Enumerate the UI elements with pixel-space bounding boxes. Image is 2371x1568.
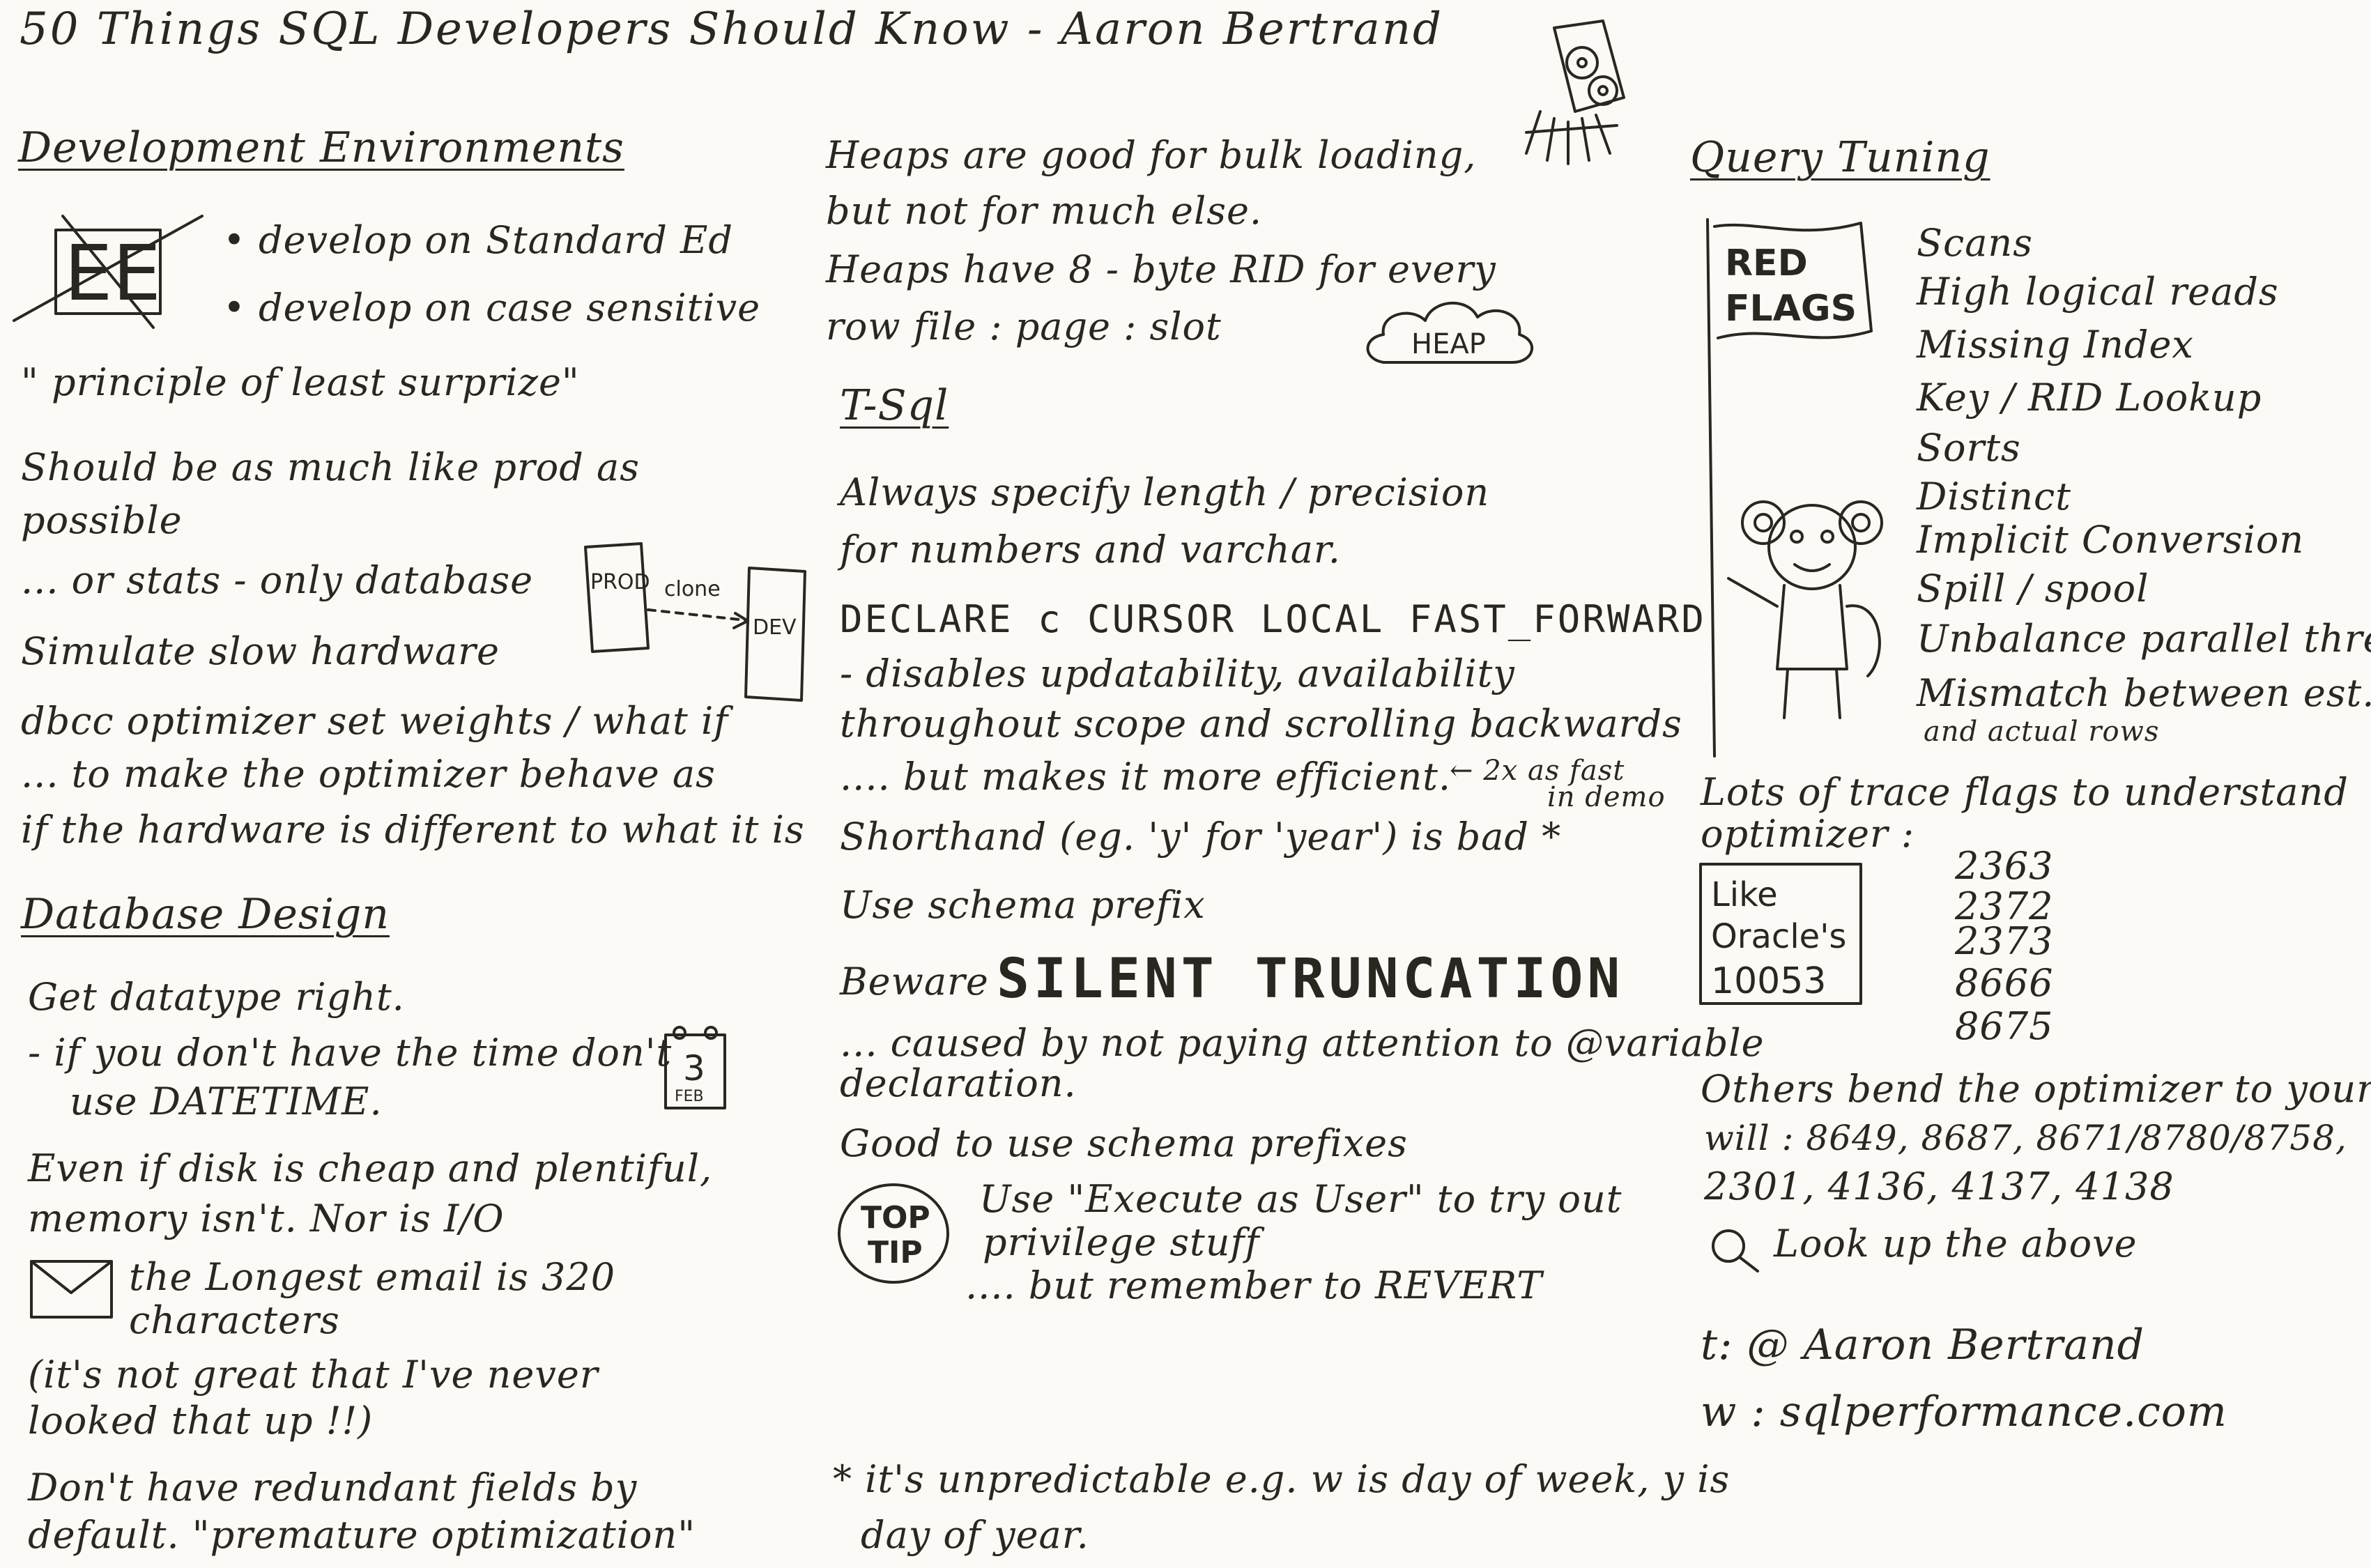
tsql-line: - disables updatability, availability <box>840 652 1515 695</box>
red-flag-item: Unbalance parallel thread <box>1917 617 2371 661</box>
svg-text:PROD: PROD <box>590 570 650 594</box>
dev-env-line: ... or stats - only database <box>21 558 534 602</box>
dev-env-line: Should be as much like prod as <box>21 445 640 489</box>
svg-text:Like: Like <box>1711 875 1778 914</box>
red-flag-item: Scans <box>1917 221 2033 265</box>
dev-env-line: dbcc optimizer set weights / what if <box>21 699 729 743</box>
oracle-box: Like Oracle's 10053 <box>1699 863 1862 1005</box>
tsql-arrow-note-2: in demo <box>1547 781 1666 813</box>
db-design-line: (it's not great that I've never <box>28 1353 599 1397</box>
tsql-arrow-note: ← 2x as fast <box>1450 755 1625 787</box>
red-flag-item: Implicit Conversion <box>1917 518 2305 562</box>
tsql-line: for numbers and varchar. <box>840 528 1341 571</box>
dev-env-line: if the hardware is different to what it … <box>21 808 805 852</box>
svg-text:DEV: DEV <box>753 615 797 640</box>
db-design-line: Even if disk is cheap and plentiful, <box>28 1146 713 1190</box>
query-tuning-heading: Query Tuning <box>1690 133 1990 182</box>
tsql-declare-line: DECLARE c CURSOR LOCAL FAST_FORWARD <box>840 597 1706 641</box>
red-flag-item: High logical reads <box>1917 270 2279 314</box>
tsql-line: Beware <box>840 960 989 1004</box>
trace-flags-line: optimizer : <box>1701 812 1915 856</box>
red-flag-item: Key / RID Lookup <box>1917 376 2262 420</box>
db-design-line: Get datatype right. <box>28 975 405 1019</box>
db-design-line: Don't have redundant fields by <box>28 1466 638 1509</box>
db-design-line: looked that up !!) <box>28 1399 374 1443</box>
tsql-line: Use schema prefix <box>840 883 1206 927</box>
tsql-line: privilege stuff <box>983 1220 1260 1264</box>
top-tip-badge: TOP TIP <box>838 1183 949 1284</box>
red-flag-item: Sorts <box>1917 426 2021 470</box>
svg-text:clone: clone <box>664 577 721 601</box>
db-design-line: - if you don't have the time don't <box>28 1031 673 1075</box>
svg-text:HEAP: HEAP <box>1411 328 1486 360</box>
db-design-line: use DATETIME. <box>70 1079 383 1123</box>
heap-cloud: HEAP <box>1366 301 1534 364</box>
tsql-line: declaration. <box>840 1061 1077 1105</box>
svg-text:Oracle's: Oracle's <box>1711 917 1846 956</box>
red-flag-item: and actual rows <box>1924 716 2160 748</box>
red-flag-item: Distinct <box>1917 475 2071 518</box>
heaps-line: Heaps are good for bulk loading, <box>826 133 1477 177</box>
trace-flags-line: Lots of trace flags to understand <box>1701 770 2349 814</box>
svg-text:FEB: FEB <box>675 1088 704 1105</box>
dev-env-heading: Development Environments <box>18 123 624 172</box>
trace-flag-number: 2363 <box>1955 844 2054 888</box>
svg-text:EE: EE <box>64 229 161 318</box>
footnote-line: day of year. <box>861 1513 1089 1557</box>
calendar-icon: 3 FEB <box>664 1026 726 1109</box>
dev-env-line: Simulate slow hardware <box>21 629 500 673</box>
tsql-line: Always specify length / precision <box>840 470 1490 514</box>
look-up-note: Look up the above <box>1774 1222 2138 1266</box>
db-design-line: the Longest email is 320 <box>129 1255 616 1299</box>
heaps-line: Heaps have 8 - byte RID for every <box>826 247 1496 291</box>
dev-env-line: ... to make the optimizer behave as <box>21 752 716 796</box>
db-design-line: memory isn't. Nor is I/O <box>28 1197 505 1240</box>
svg-text:RED: RED <box>1725 243 1808 284</box>
page-title: 50 Things SQL Developers Should Know - A… <box>20 3 1443 55</box>
tsql-line: ... caused by not paying attention to @v… <box>840 1021 1765 1065</box>
dev-env-bullet-2: • develop on case sensitive <box>223 286 761 330</box>
tsql-line: throughout scope and scrolling backwards <box>840 702 1682 746</box>
red-flag-item: Missing Index <box>1917 323 2194 367</box>
trace-flag-number: 2373 <box>1955 919 2054 963</box>
db-design-line: characters <box>129 1298 340 1342</box>
svg-text:3: 3 <box>683 1048 705 1089</box>
tsql-line: Shorthand (eg. 'y' for 'year') is bad * <box>840 815 1562 859</box>
bend-optimizer-line: 2301, 4136, 4137, 4138 <box>1704 1165 2174 1208</box>
svg-text:FLAGS: FLAGS <box>1725 288 1857 330</box>
db-design-heading: Database Design <box>21 890 390 939</box>
svg-text:10053: 10053 <box>1711 960 1826 1002</box>
magnifier-icon <box>1712 1229 1759 1273</box>
heaps-line: but not for much else. <box>826 189 1263 233</box>
db-design-line: default. "premature optimization" <box>28 1513 696 1557</box>
monster-doodle <box>1525 20 1625 165</box>
monkey-doodle <box>1727 500 1883 719</box>
red-flag-item: Spill / spool <box>1917 567 2149 610</box>
tsql-line: .... but remember to REVERT <box>965 1263 1543 1307</box>
least-surprise-quote: " principle of least surprize" <box>21 360 580 404</box>
tsql-line: Good to use schema prefixes <box>840 1121 1408 1165</box>
tsql-line: Use "Execute as User" to try out <box>979 1177 1622 1221</box>
trace-flag-number: 8666 <box>1955 961 2054 1005</box>
tsql-line: .... but makes it more efficient. <box>840 755 1452 799</box>
prod-clone-dev-diagram: PROD clone DEV <box>584 542 806 702</box>
svg-text:TIP: TIP <box>868 1235 923 1270</box>
bend-optimizer-line: will : 8649, 8687, 8671/8780/8758, <box>1704 1118 2347 1158</box>
enterprise-crossed-icon: EE <box>13 215 204 329</box>
bend-optimizer-line: Others bend the optimizer to your <box>1701 1067 2371 1111</box>
silent-truncation-label: SILENT TRUNCATION <box>997 948 1625 1010</box>
red-flag-item: Mismatch between est. <box>1917 671 2371 715</box>
trace-flag-number: 8675 <box>1955 1004 2054 1048</box>
twitter-handle: t: @ Aaron Bertrand <box>1701 1321 2144 1369</box>
heaps-line: row file : page : slot <box>826 305 1222 348</box>
dev-env-bullet-1: • develop on Standard Ed <box>223 218 733 262</box>
website-url: w : sqlperformance.com <box>1701 1388 2227 1436</box>
tsql-heading: T-Sql <box>840 381 949 430</box>
envelope-icon <box>30 1260 113 1319</box>
footnote-line: * it's unpredictable e.g. w is day of we… <box>833 1457 1731 1501</box>
svg-text:TOP: TOP <box>861 1200 930 1236</box>
dev-env-line: possible <box>21 498 183 542</box>
